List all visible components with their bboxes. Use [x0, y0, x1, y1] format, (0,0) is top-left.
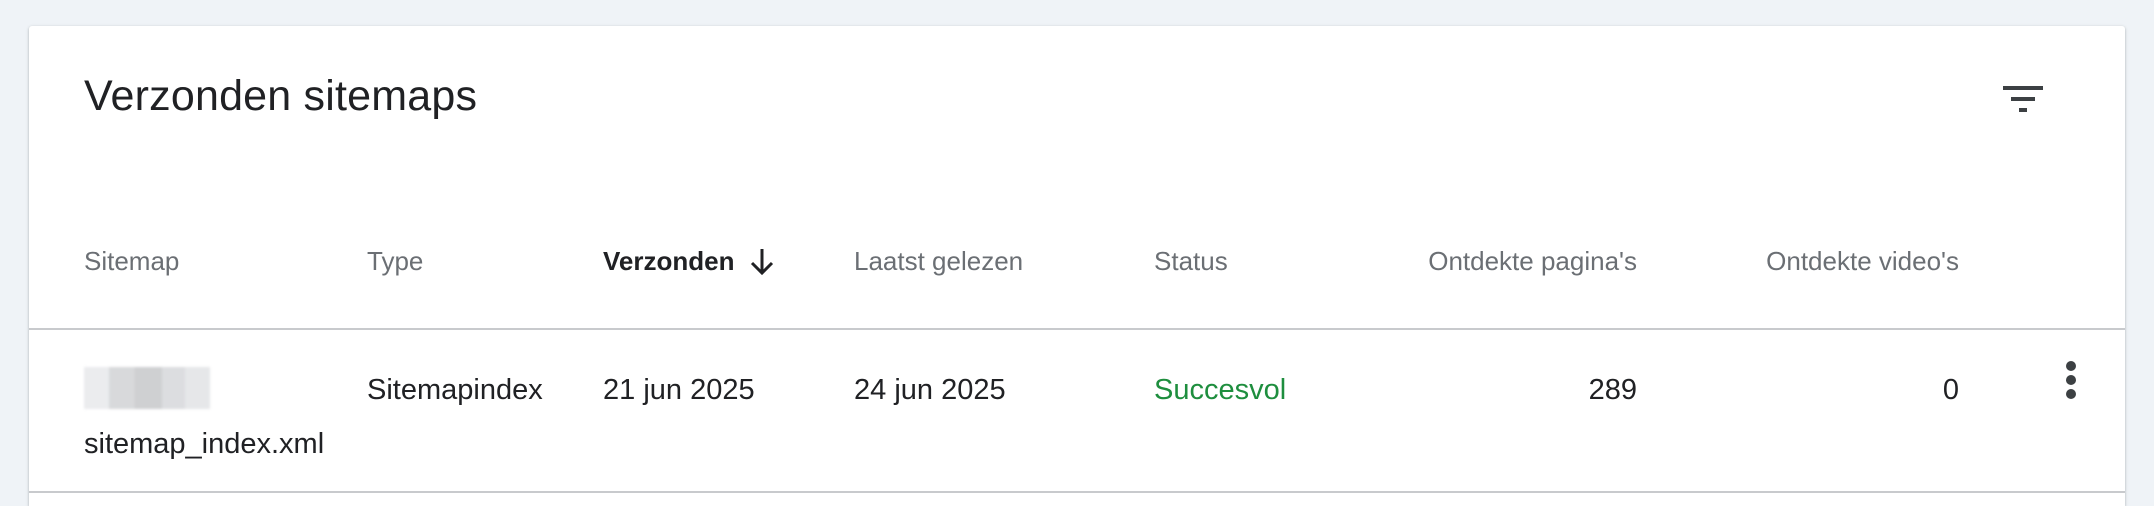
- column-header-submitted[interactable]: Verzonden: [603, 246, 776, 277]
- arrow-down-icon: [748, 247, 776, 277]
- status-cell: Succesvol: [1154, 374, 1287, 406]
- column-header-sitemap[interactable]: Sitemap: [84, 246, 179, 277]
- table-header: Sitemap Type Verzonden Laatst gelezen St…: [29, 206, 2125, 330]
- column-header-submitted-label: Verzonden: [603, 246, 735, 276]
- sitemaps-card: Verzonden sitemaps Sitemap Type Verzonde…: [29, 26, 2125, 506]
- filter-list-icon: [2001, 83, 2045, 120]
- column-header-videos[interactable]: Ontdekte video's: [1766, 246, 1959, 277]
- last-read-cell: 24 jun 2025: [854, 374, 1006, 406]
- column-header-status[interactable]: Status: [1154, 246, 1228, 277]
- submitted-cell: 21 jun 2025: [603, 374, 755, 406]
- pages-cell: 289: [1588, 374, 1637, 406]
- redacted-domain: [84, 367, 210, 410]
- sitemap-url: sitemap_index.xml: [84, 428, 325, 460]
- page-title: Verzonden sitemaps: [84, 72, 478, 120]
- more-vert-icon: [2064, 360, 2078, 405]
- table-row[interactable]: sitemap_index.xml Sitemapindex 21 jun 20…: [29, 329, 2125, 493]
- row-actions-button[interactable]: [2032, 351, 2110, 413]
- videos-cell: 0: [1942, 374, 1959, 406]
- column-header-pages[interactable]: Ontdekte pagina's: [1428, 246, 1637, 277]
- type-cell: Sitemapindex: [367, 374, 543, 406]
- column-header-last-read[interactable]: Laatst gelezen: [854, 246, 1023, 277]
- filter-button[interactable]: [1984, 62, 2062, 140]
- column-header-type[interactable]: Type: [367, 246, 423, 277]
- sitemap-cell[interactable]: sitemap_index.xml: [84, 363, 324, 471]
